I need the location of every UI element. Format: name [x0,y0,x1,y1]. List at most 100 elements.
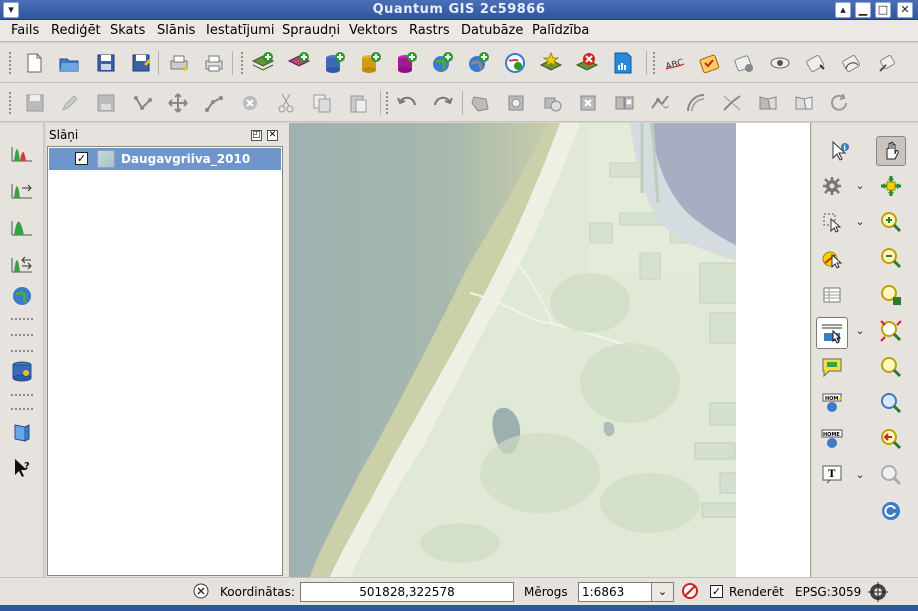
menu-file[interactable]: Fails [11,23,39,38]
whats-this-icon[interactable]: ? [9,455,35,481]
chevron-down-icon[interactable]: ⌄ [854,216,866,228]
layer-label-icon[interactable] [696,50,722,76]
merge-attributes-icon[interactable] [791,90,817,116]
attribute-table-icon[interactable] [819,282,845,308]
add-raster-icon[interactable] [286,50,312,76]
layer-tree[interactable]: ✓ Daugavgriiva_2010 [47,146,283,576]
minimize-button[interactable]: ▁ [855,2,871,18]
add-postgis-icon[interactable] [322,50,348,76]
menu-raster[interactable]: Rastrs [409,23,450,38]
new-vector-icon[interactable] [538,50,564,76]
paste-icon[interactable] [345,90,371,116]
copy-icon[interactable] [309,90,335,116]
add-feature-icon[interactable] [130,90,156,116]
save-edits-icon[interactable] [93,90,119,116]
merge-icon[interactable] [755,90,781,116]
toolbar-grip[interactable] [10,393,34,397]
change-label-icon[interactable] [875,50,901,76]
add-vector-icon[interactable] [250,50,276,76]
split-icon[interactable] [719,90,745,116]
rotate-icon[interactable] [826,90,852,116]
maximize-button[interactable]: □ [875,2,891,18]
simplify-icon[interactable] [467,90,493,116]
menu-edit[interactable]: Rediģēt [51,23,101,38]
map-tips-icon[interactable] [819,354,845,380]
chevron-down-icon[interactable]: ⌄ [651,583,673,601]
scale-combobox[interactable]: 1:6863 ⌄ [578,582,674,602]
projection-icon[interactable] [868,582,888,605]
crs-status[interactable]: EPSG:3059 [795,585,861,599]
menu-help[interactable]: Palīdzība [532,23,589,38]
label-icon[interactable]: ABC [662,50,688,76]
menu-plugins[interactable]: Spraudņi [282,23,340,38]
save-as-icon[interactable] [128,50,154,76]
refresh-icon[interactable] [878,498,904,524]
zoom-in-icon[interactable] [878,209,904,235]
undo-icon[interactable] [394,90,420,116]
render-checkbox[interactable]: ✓ [710,585,723,598]
menu-database[interactable]: Datubāze [461,23,523,38]
toolbar-grip[interactable] [385,91,389,115]
toggle-edit-icon[interactable] [22,90,48,116]
add-wfs-icon[interactable] [502,50,528,76]
delete-ring-icon[interactable] [575,90,601,116]
offset-curve-icon[interactable] [683,90,709,116]
deselect-icon[interactable] [819,245,845,271]
toolbar-grip[interactable] [10,349,34,353]
histogram-compress-icon[interactable] [9,249,35,275]
text-annotation-icon[interactable]: T [819,462,845,488]
select-feature-icon[interactable] [819,209,845,235]
add-part-icon[interactable] [539,90,565,116]
menu-settings[interactable]: Iestatījumi [206,23,275,38]
rotate-label-icon[interactable] [839,50,865,76]
new-bookmark-icon[interactable]: HOM [819,390,845,416]
chevron-down-icon[interactable]: ⌄ [854,469,866,481]
action-gear-icon[interactable] [819,173,845,199]
layer-item[interactable]: ✓ Daugavgriiva_2010 [49,148,281,170]
help-book-icon[interactable] [9,419,35,445]
redo-icon[interactable] [430,90,456,116]
add-ring-icon[interactable] [503,90,529,116]
toolbar-grip[interactable] [10,333,34,337]
toolbar-grip[interactable] [240,51,244,75]
histogram-local-icon[interactable] [9,212,35,238]
move-label-icon[interactable] [803,50,829,76]
zoom-to-layer-icon[interactable] [878,318,904,344]
histogram-expand-icon[interactable] [9,175,35,201]
remove-layer-icon[interactable] [574,50,600,76]
chevron-down-icon[interactable]: ⌄ [854,325,866,337]
zoom-selection-icon[interactable] [878,354,904,380]
zoom-layer-icon[interactable] [878,390,904,416]
zoom-last-icon[interactable] [878,426,904,452]
globe-icon[interactable] [9,283,35,309]
stop-render-icon[interactable] [681,582,699,603]
pan-to-selected-icon[interactable] [878,173,904,199]
cut-icon[interactable] [273,90,299,116]
pencil-icon[interactable] [57,90,83,116]
histogram-stretch-icon[interactable] [9,138,35,164]
float-panel-button[interactable]: ◰ [251,130,262,141]
reshape-icon[interactable] [647,90,673,116]
coordinate-toggle-icon[interactable] [192,582,210,603]
add-wcs-icon[interactable] [466,50,492,76]
print-icon[interactable] [201,50,227,76]
add-spatialite-icon[interactable] [358,50,384,76]
menu-view[interactable]: Skats [110,23,145,38]
add-mssql-icon[interactable] [394,50,420,76]
zoom-full-icon[interactable] [878,282,904,308]
menu-vector[interactable]: Vektors [349,23,398,38]
move-feature-icon[interactable] [165,90,191,116]
toolbar-grip[interactable] [8,91,12,115]
identify-icon[interactable]: i [827,138,853,164]
toolbar-grip[interactable] [652,51,656,75]
pan-icon[interactable] [876,136,906,166]
shade-button[interactable]: ▴ [835,2,851,18]
gps-icon[interactable] [610,50,636,76]
close-panel-button[interactable]: ✕ [267,130,278,141]
add-wms-icon[interactable] [430,50,456,76]
coordinates-field[interactable]: 501828,322578 [300,582,514,602]
show-hide-label-icon[interactable] [767,50,793,76]
save-project-icon[interactable] [93,50,119,76]
zoom-out-icon[interactable] [878,245,904,271]
layer-visibility-checkbox[interactable]: ✓ [75,152,88,165]
